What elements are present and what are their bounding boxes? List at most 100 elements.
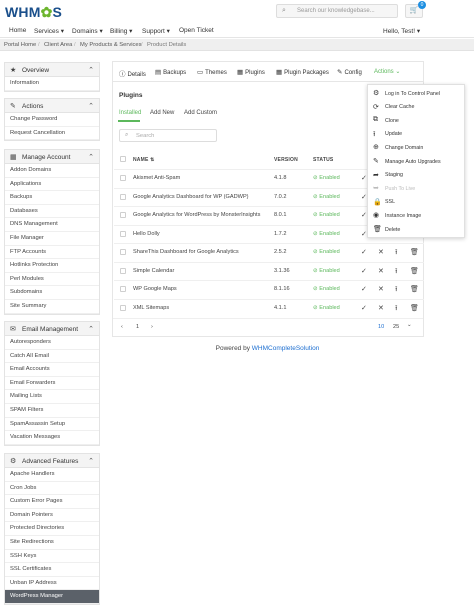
trash-icon[interactable]: 🗑 [410, 248, 419, 256]
close-icon[interactable]: ✕ [378, 304, 384, 312]
breadcrumb-client-area[interactable]: Client Area [44, 42, 72, 48]
deactivate-check-icon[interactable]: ✓ [361, 248, 367, 256]
panel-header[interactable]: ✎ Actions ⌃ [5, 99, 99, 113]
sidebar-item-site-redirections[interactable]: Site Redirections [5, 536, 99, 550]
sidebar-item-hotlinks-protection[interactable]: Hotlinks Protection [5, 259, 99, 273]
subtab-add-custom[interactable]: Add Custom [184, 110, 217, 116]
sidebar-item-change-password[interactable]: Change Password [5, 113, 99, 127]
menu-item-staging[interactable]: ➦ Staging [368, 169, 464, 182]
row-checkbox[interactable] [120, 212, 126, 218]
panel-header[interactable]: ✉ Email Management ⌃ [5, 322, 99, 336]
menu-item-change-domain[interactable]: ⊕ Change Domain [368, 141, 464, 154]
user-menu[interactable]: Hello, Test! ▾ [383, 27, 420, 35]
panel-header[interactable]: ⚙ Advanced Features ⌃ [5, 454, 99, 468]
chevron-up-icon[interactable]: ⌃ [88, 325, 94, 333]
nav-home[interactable]: Home [9, 27, 26, 34]
menu-item-update[interactable]: ⭱ Update [368, 128, 464, 141]
per-page-dropdown[interactable]: ⌄ [407, 322, 412, 328]
deactivate-check-icon[interactable]: ✓ [361, 267, 367, 275]
sidebar-item-site-summary[interactable]: Site Summary [5, 300, 99, 314]
tab-config[interactable]: ✎ Config [337, 68, 362, 76]
tab-plugin-packages[interactable]: ▦ Plugin Packages [276, 68, 329, 76]
tab-backups[interactable]: ▤ Backups [155, 68, 186, 76]
sidebar-item-mailing-lists[interactable]: Mailing Lists [5, 390, 99, 404]
sidebar-item-file-manager[interactable]: File Manager [5, 232, 99, 246]
sidebar-item-protected-directories[interactable]: Protected Directories [5, 522, 99, 536]
sidebar-item-email-forwarders[interactable]: Email Forwarders [5, 377, 99, 391]
sidebar-item-spamassassin-setup[interactable]: SpamAssassin Setup [5, 418, 99, 432]
sidebar-item-information[interactable]: Information [5, 77, 99, 91]
select-all-checkbox[interactable] [120, 156, 126, 162]
sidebar-item-ssh-keys[interactable]: SSH Keys [5, 550, 99, 564]
menu-item-ssl[interactable]: 🔒 SSL [368, 196, 464, 209]
tab-actions[interactable]: Actions ⌄ [374, 68, 400, 75]
sidebar-item-wordpress-manager[interactable]: WordPress Manager [5, 590, 99, 604]
deactivate-check-icon[interactable]: ✓ [361, 230, 367, 238]
row-checkbox[interactable] [120, 267, 126, 274]
close-icon[interactable]: ✕ [378, 285, 384, 293]
menu-item-delete[interactable]: 🗑 Delete [368, 223, 464, 236]
whmcs-logo[interactable]: WHM✿S [5, 4, 62, 21]
nav-billing[interactable]: Billing ▾ [110, 27, 132, 35]
deactivate-check-icon[interactable]: ✓ [361, 174, 367, 182]
sidebar-item-apache-handlers[interactable]: Apache Handlers [5, 468, 99, 482]
per-page-25[interactable]: 25 [393, 324, 399, 330]
row-checkbox[interactable] [120, 304, 126, 311]
update-arrow-icon[interactable]: ⭱ [395, 248, 397, 259]
sidebar-item-applications[interactable]: Applications [5, 178, 99, 192]
next-page-button[interactable]: › [151, 324, 153, 330]
cart-button[interactable]: 🛒 0 [405, 1, 426, 18]
menu-item-instance-image[interactable]: ◉ Instance Image [368, 209, 464, 222]
subtab-add-new[interactable]: Add New [150, 110, 174, 116]
menu-item-clear-cache[interactable]: ⟳ Clear Cache [368, 101, 464, 114]
deactivate-check-icon[interactable]: ✓ [361, 304, 367, 312]
update-arrow-icon[interactable]: ⭱ [395, 267, 397, 278]
nav-support[interactable]: Support ▾ [142, 27, 170, 35]
nav-domains[interactable]: Domains ▾ [72, 27, 103, 35]
sidebar-item-request-cancellation[interactable]: Request Cancellation [5, 127, 99, 141]
breadcrumb-products-services[interactable]: My Products & Services [80, 42, 142, 48]
sidebar-item-subdomains[interactable]: Subdomains [5, 286, 99, 300]
per-page-10[interactable]: 10 [378, 324, 384, 330]
close-icon[interactable]: ✕ [378, 248, 384, 256]
plugin-search-input[interactable]: ⌕ Search [119, 129, 217, 142]
sidebar-item-ssl-certificates[interactable]: SSL Certificates [5, 563, 99, 577]
sidebar-item-addon-domains[interactable]: Addon Domains [5, 164, 99, 178]
knowledgebase-search[interactable]: ⌕ Search our knowledgebase... [276, 4, 398, 18]
sidebar-item-vacation-messages[interactable]: Vacation Messages [5, 431, 99, 445]
sidebar-item-spam-filters[interactable]: SPAM Filters [5, 404, 99, 418]
tab-details[interactable]: ⓘ Details [119, 68, 146, 78]
panel-header[interactable]: ▦ Manage Account ⌃ [5, 150, 99, 164]
subtab-installed[interactable]: Installed [119, 110, 141, 116]
menu-item-manage-auto-upgrades[interactable]: ✎ Manage Auto Upgrades [368, 155, 464, 168]
nav-services[interactable]: Services ▾ [34, 27, 64, 35]
column-name[interactable]: NAME ⇅ [133, 157, 155, 163]
trash-icon[interactable]: 🗑 [410, 304, 419, 312]
sidebar-item-backups[interactable]: Backups [5, 191, 99, 205]
sidebar-item-ftp-accounts[interactable]: FTP Accounts [5, 246, 99, 260]
tab-plugins[interactable]: ▦ Plugins [237, 68, 265, 76]
tab-themes[interactable]: ▭ Themes [197, 68, 227, 76]
prev-page-button[interactable]: ‹ [121, 324, 123, 330]
menu-item-clone[interactable]: ⧉ Clone [368, 114, 464, 127]
chevron-up-icon[interactable]: ⌃ [88, 457, 94, 465]
sidebar-item-custom-error-pages[interactable]: Custom Error Pages [5, 495, 99, 509]
footer-link[interactable]: WHMCompleteSolution [252, 345, 320, 352]
sidebar-item-perl-modules[interactable]: Perl Modules [5, 273, 99, 287]
sidebar-item-domain-pointers[interactable]: Domain Pointers [5, 509, 99, 523]
chevron-up-icon[interactable]: ⌃ [88, 102, 94, 110]
nav-open-ticket[interactable]: Open Ticket [179, 27, 214, 34]
sidebar-item-dns-management[interactable]: DNS Management [5, 218, 99, 232]
trash-icon[interactable]: 🗑 [410, 285, 419, 293]
trash-icon[interactable]: 🗑 [410, 267, 419, 275]
panel-header[interactable]: ★ Overview ⌃ [5, 63, 99, 77]
sidebar-item-cron-jobs[interactable]: Cron Jobs [5, 482, 99, 496]
sidebar-item-unban-ip-address[interactable]: Unban IP Address [5, 577, 99, 591]
close-icon[interactable]: ✕ [378, 267, 384, 275]
row-checkbox[interactable] [120, 193, 126, 200]
chevron-up-icon[interactable]: ⌃ [88, 153, 94, 161]
deactivate-check-icon[interactable]: ✓ [361, 285, 367, 293]
row-checkbox[interactable] [120, 249, 126, 255]
breadcrumb-portal-home[interactable]: Portal Home [4, 42, 36, 48]
row-checkbox[interactable] [120, 230, 126, 237]
